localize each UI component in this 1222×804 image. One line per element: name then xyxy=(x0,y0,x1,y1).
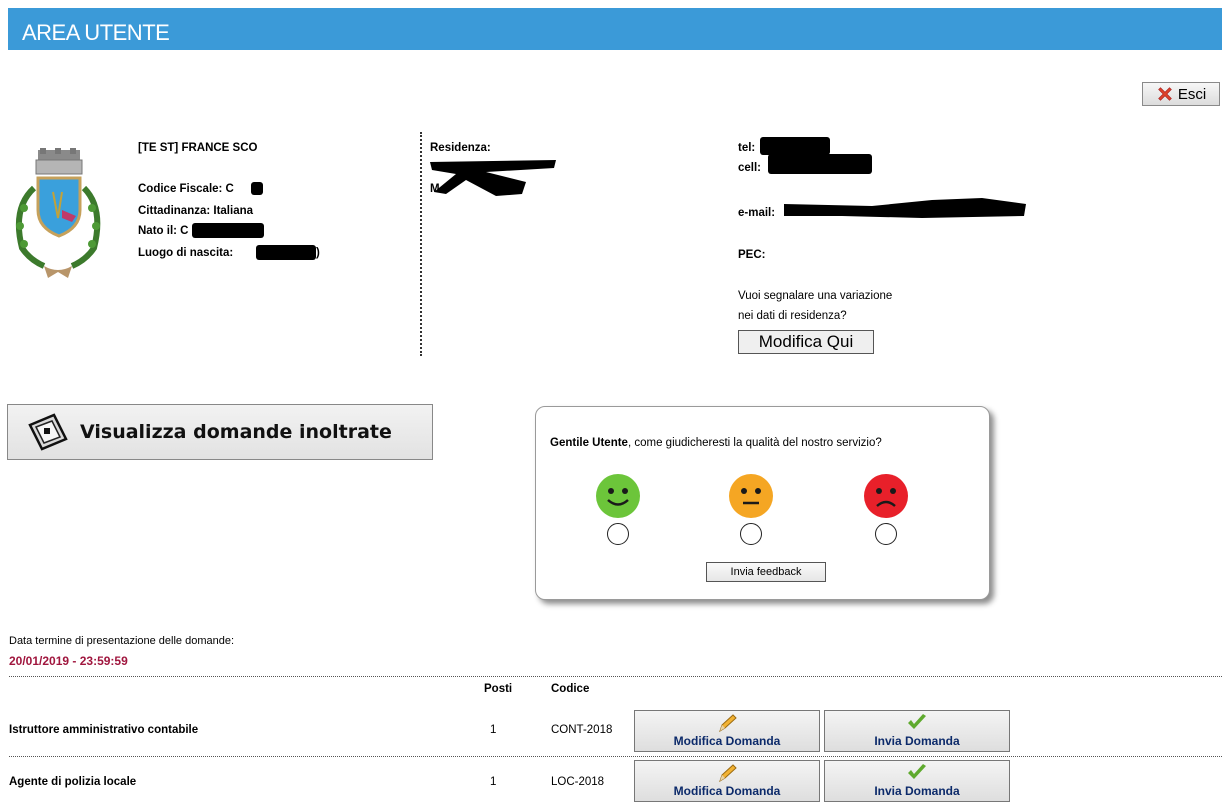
edit-application-button[interactable]: Modifica Domanda xyxy=(634,760,820,802)
column-divider xyxy=(420,132,422,356)
tel-label: tel: xyxy=(738,142,756,154)
logout-button[interactable]: Esci xyxy=(1142,82,1220,106)
pec-label: PEC: xyxy=(738,249,766,261)
send-application-button[interactable]: Invia Domanda xyxy=(824,710,1010,752)
column-header-codice: Codice xyxy=(551,683,590,695)
table-divider xyxy=(9,756,1222,757)
view-applications-button[interactable]: Visualizza domande inoltrate xyxy=(7,404,433,460)
luogo-nascita-suffix: ) xyxy=(316,247,320,259)
page-title: AREA UTENTE xyxy=(22,20,170,45)
nato-il-label: Nato il: C xyxy=(138,225,189,237)
redaction-bar xyxy=(192,223,264,238)
redaction-bar xyxy=(256,245,316,260)
modify-residence-button[interactable]: Modifica Qui xyxy=(738,330,874,354)
feedback-question: Gentile Utente, come giudicheresti la qu… xyxy=(550,437,882,449)
residenza-label: Residenza: xyxy=(430,142,491,154)
feedback-panel: Gentile Utente, come giudicheresti la qu… xyxy=(535,406,990,600)
document-view-icon xyxy=(28,413,68,451)
feedback-question-bold: Gentile Utente xyxy=(550,437,628,449)
posti-value: 1 xyxy=(490,776,497,788)
feedback-question-rest: , come giudicheresti la qualità del nost… xyxy=(627,437,882,449)
redaction-bar xyxy=(768,154,872,174)
posti-value: 1 xyxy=(490,724,497,736)
checkmark-icon xyxy=(908,714,926,729)
send-application-label: Invia Domanda xyxy=(874,734,960,748)
send-application-button[interactable]: Invia Domanda xyxy=(824,760,1010,802)
happy-face-icon[interactable] xyxy=(595,473,641,519)
redaction-bar xyxy=(760,137,830,155)
edit-application-label: Modifica Domanda xyxy=(673,734,781,748)
cittadinanza-text: Cittadinanza: Italiana xyxy=(138,205,254,217)
close-x-icon xyxy=(1158,87,1172,101)
table-divider xyxy=(9,676,1222,677)
codice-value: LOC-2018 xyxy=(551,776,605,788)
pencil-icon xyxy=(719,714,737,733)
cell-label: cell: xyxy=(738,162,762,174)
feedback-radio-sad[interactable] xyxy=(875,523,897,545)
logout-label: Esci xyxy=(1177,85,1207,103)
codice-fiscale-label: Codice Fiscale: C xyxy=(138,183,234,195)
user-name: [TE ST] FRANCE SCO xyxy=(138,142,258,154)
municipality-crest-icon xyxy=(15,148,101,278)
position-title: Istruttore amministrativo contabile xyxy=(9,724,199,736)
checkmark-icon xyxy=(908,764,926,779)
column-header-posti: Posti xyxy=(484,683,513,695)
neutral-face-icon[interactable] xyxy=(728,473,774,519)
email-label: e-mail: xyxy=(738,207,776,219)
pencil-icon xyxy=(719,764,737,783)
redaction-scribble xyxy=(784,198,1026,218)
codice-value: CONT-2018 xyxy=(551,724,613,736)
send-feedback-button[interactable]: Invia feedback xyxy=(706,562,826,582)
deadline-value: 20/01/2019 - 23:59:59 xyxy=(9,654,128,668)
luogo-nascita-label: Luogo di nascita: xyxy=(138,247,234,259)
redaction-bar xyxy=(251,182,263,195)
send-application-label: Invia Domanda xyxy=(874,784,960,798)
position-title: Agente di polizia locale xyxy=(9,776,137,788)
residence-change-question-2: nei dati di residenza? xyxy=(738,310,847,322)
edit-application-label: Modifica Domanda xyxy=(673,784,781,798)
redaction-scribble xyxy=(430,160,556,196)
feedback-radio-neutral[interactable] xyxy=(740,523,762,545)
feedback-radio-happy[interactable] xyxy=(607,523,629,545)
view-applications-label: Visualizza domande inoltrate xyxy=(80,421,392,443)
edit-application-button[interactable]: Modifica Domanda xyxy=(634,710,820,752)
deadline-label: Data termine di presentazione delle doma… xyxy=(9,635,235,647)
residence-change-question-1: Vuoi segnalare una variazione xyxy=(738,290,893,302)
header-bar: AREA UTENTE xyxy=(8,8,1222,50)
sad-face-icon[interactable] xyxy=(863,473,909,519)
